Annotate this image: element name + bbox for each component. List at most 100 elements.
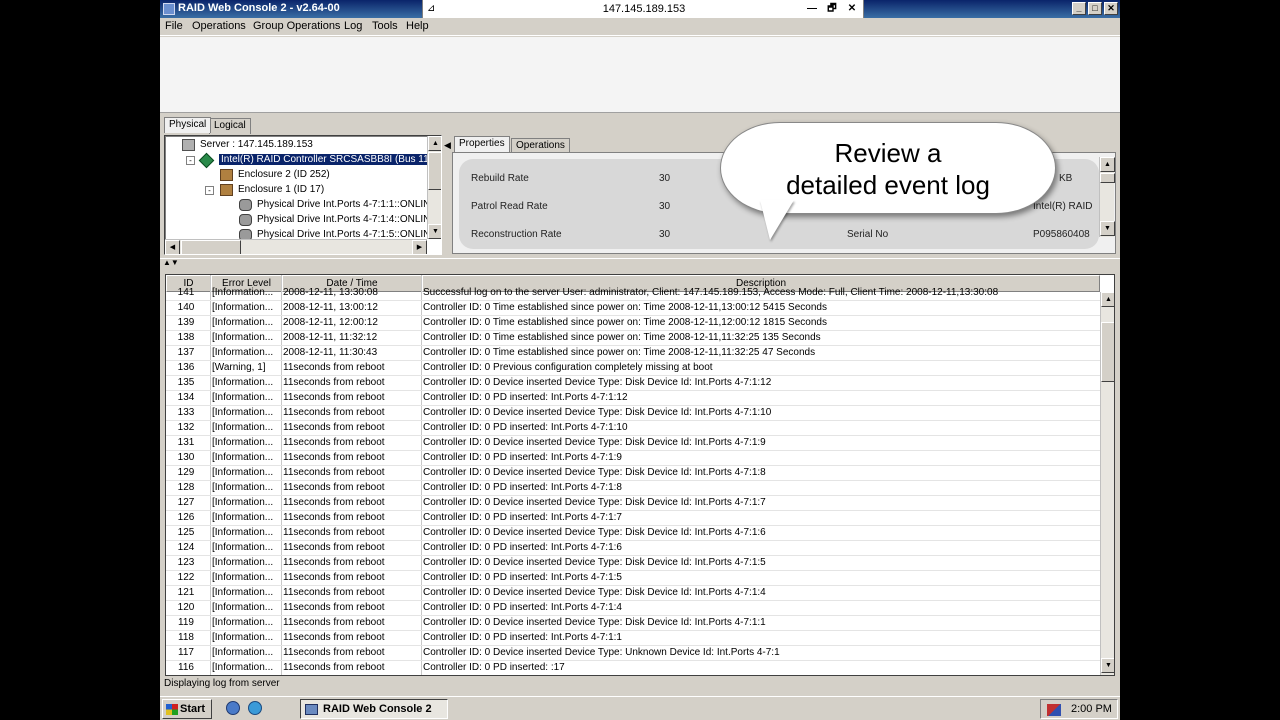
log-cell-error-level: [Information... [212,392,274,403]
desktop-screen: RAID Web Console 2 - v2.64-00 _ □ ✕ ⊿ 14… [160,0,1120,720]
tree-expander-icon[interactable]: - [186,156,195,165]
scroll-right-icon[interactable]: ▶ [412,240,427,254]
status-text: Displaying log from server [164,678,280,689]
drive-icon [239,199,252,211]
menu-group-operations[interactable]: Group Operations [253,20,340,32]
tab-physical[interactable]: Physical [164,117,212,133]
hscroll-thumb[interactable] [181,240,241,254]
menu-bar: File Operations Group Operations Log Tools He… [160,18,1120,36]
log-cell-date-time: 2008-12-11, 11:32:12 [283,332,378,343]
menu-tools[interactable]: Tools [372,20,398,32]
table-row[interactable]: 135 [Information... 11seconds from reboot C… [166,376,1100,391]
minimize-button[interactable]: _ [1072,2,1086,15]
tab-logical[interactable]: Logical [209,118,251,134]
table-row[interactable]: 117 [Information... 11seconds from reboot C… [166,646,1100,661]
log-cell-id: 119 [178,617,194,628]
close-button[interactable]: ✕ [1104,2,1118,15]
table-row[interactable]: 119 [Information... 11seconds from reboot C… [166,616,1100,631]
windows-logo-icon [166,704,178,715]
log-cell-date-time: 11seconds from reboot [283,467,385,478]
props-vertical-scrollbar[interactable]: ▲ ▼ [1099,157,1115,237]
log-cell-description: Controller ID: 0 Device inserted Device … [423,437,766,448]
menu-file[interactable]: File [165,20,183,32]
internet-explorer-icon[interactable] [248,701,262,715]
table-row[interactable]: 138 [Information... 2008-12-11, 11:32:12 Co… [166,331,1100,346]
table-row[interactable]: 124 [Information... 11seconds from reboot C… [166,541,1100,556]
show-desktop-icon[interactable] [226,701,240,715]
scroll-up-icon[interactable]: ▲ [428,136,441,151]
log-vertical-scrollbar[interactable]: ▲ ▼ [1100,292,1114,675]
table-row[interactable]: 141 [Information... 2008-12-11, 13:30:08 Su… [166,286,1100,301]
tree-horizontal-scrollbar[interactable]: ◀ ▶ [165,239,427,254]
menu-operations[interactable]: Operations [192,20,246,32]
tree-node[interactable]: Physical Drive Int.Ports 4-7:1:1::ONLINE [165,198,437,213]
start-button[interactable]: Start [162,699,212,719]
table-row[interactable]: 133 [Information... 11seconds from reboot C… [166,406,1100,421]
table-row[interactable]: 118 [Information... 11seconds from reboot C… [166,631,1100,646]
log-cell-id: 123 [177,557,195,568]
table-row[interactable]: 123 [Information... 11seconds from reboot C… [166,556,1100,571]
log-cell-id: 134 [177,392,195,403]
rdp-close-button[interactable]: ✕ [845,2,859,15]
tree-node[interactable]: - Enclosure 1 (ID 17) [165,183,427,198]
table-row[interactable]: 134 [Information... 11seconds from reboot C… [166,391,1100,406]
scroll-left-icon[interactable]: ◀ [165,240,180,254]
tree-vertical-scrollbar[interactable]: ▲ ▼ [427,136,441,239]
table-row[interactable]: 128 [Information... 11seconds from reboot C… [166,481,1100,496]
tree-node[interactable]: Physical Drive Int.Ports 4-7:1:4::ONLINE [165,213,437,228]
taskbar-item-raid-console[interactable]: RAID Web Console 2 -... [300,699,448,720]
tree-node[interactable]: Enclosure 2 (ID 252) [165,168,427,183]
scroll-down-icon[interactable]: ▼ [428,224,441,239]
scroll-up-icon[interactable]: ▲ [1100,157,1115,172]
splitter-arrows-icon[interactable]: ▲▼ [163,258,179,267]
log-cell-date-time: 11seconds from reboot [283,377,385,388]
log-cell-date-time: 2008-12-11, 12:00:12 [283,317,378,328]
rdp-restore-button[interactable]: 🗗 [825,2,839,15]
table-row[interactable]: 121 [Information... 11seconds from reboot C… [166,586,1100,601]
log-cell-description: Controller ID: 0 PD inserted: Int.Ports … [423,422,628,433]
table-row[interactable]: 126 [Information... 11seconds from reboot C… [166,511,1100,526]
maximize-button[interactable]: □ [1088,2,1102,15]
pane-splitter[interactable]: ▲▼ [160,258,1120,267]
scroll-down-icon[interactable]: ▼ [1100,221,1115,236]
table-row[interactable]: 140 [Information... 2008-12-11, 13:00:12 Co… [166,301,1100,316]
log-cell-id: 135 [177,377,195,388]
table-row[interactable]: 122 [Information... 11seconds from reboot C… [166,571,1100,586]
tree-node-label: Enclosure 2 (ID 252) [238,169,330,180]
table-row[interactable]: 136 [Warning, 1] 11seconds from reboot Cont… [166,361,1100,376]
table-row[interactable]: 132 [Information... 11seconds from reboot C… [166,421,1100,436]
log-cell-description: Controller ID: 0 PD inserted: Int.Ports … [423,572,622,583]
tab-properties[interactable]: Properties [454,136,510,152]
collapse-arrow-icon[interactable]: ◀ [444,140,451,151]
log-cell-id: 124 [177,542,195,553]
table-row[interactable]: 130 [Information... 11seconds from reboot C… [166,451,1100,466]
log-cell-id: 127 [177,497,195,508]
menu-help[interactable]: Help [406,20,429,32]
scroll-up-icon[interactable]: ▲ [1101,292,1114,307]
network-flag-icon[interactable] [1047,704,1061,716]
table-row[interactable]: 137 [Information... 2008-12-11, 11:30:43 Co… [166,346,1100,361]
log-cell-description: Controller ID: 0 Device inserted Device … [423,527,766,538]
table-row[interactable]: 131 [Information... 11seconds from reboot C… [166,436,1100,451]
table-row[interactable]: 139 [Information... 2008-12-11, 12:00:12 Co… [166,316,1100,331]
log-cell-id: 136 [177,362,195,373]
menu-log[interactable]: Log [344,20,362,32]
rdp-minimize-button[interactable]: — [805,2,819,15]
table-row[interactable]: 125 [Information... 11seconds from reboot C… [166,526,1100,541]
scroll-thumb[interactable] [1101,322,1114,382]
table-row[interactable]: 116 [Information... 11seconds from reboot C… [166,661,1100,675]
tree-node[interactable]: - Intel(R) RAID Controller SRCSASBB8I (Bu… [165,152,441,169]
log-cell-id: 117 [178,647,194,658]
tree-expander-icon[interactable]: - [205,186,214,195]
scroll-thumb[interactable] [1100,173,1115,183]
callout-tail [760,200,794,240]
scroll-thumb[interactable] [428,152,441,190]
scroll-down-icon[interactable]: ▼ [1101,658,1114,673]
table-row[interactable]: 129 [Information... 11seconds from reboot C… [166,466,1100,481]
tree-node[interactable]: Server : 147.145.189.153 [165,138,427,153]
log-cell-date-time: 11seconds from reboot [283,512,385,523]
log-cell-date-time: 11seconds from reboot [283,557,385,568]
table-row[interactable]: 127 [Information... 11seconds from reboot C… [166,496,1100,511]
log-cell-error-level: [Information... [212,332,274,343]
table-row[interactable]: 120 [Information... 11seconds from reboot C… [166,601,1100,616]
